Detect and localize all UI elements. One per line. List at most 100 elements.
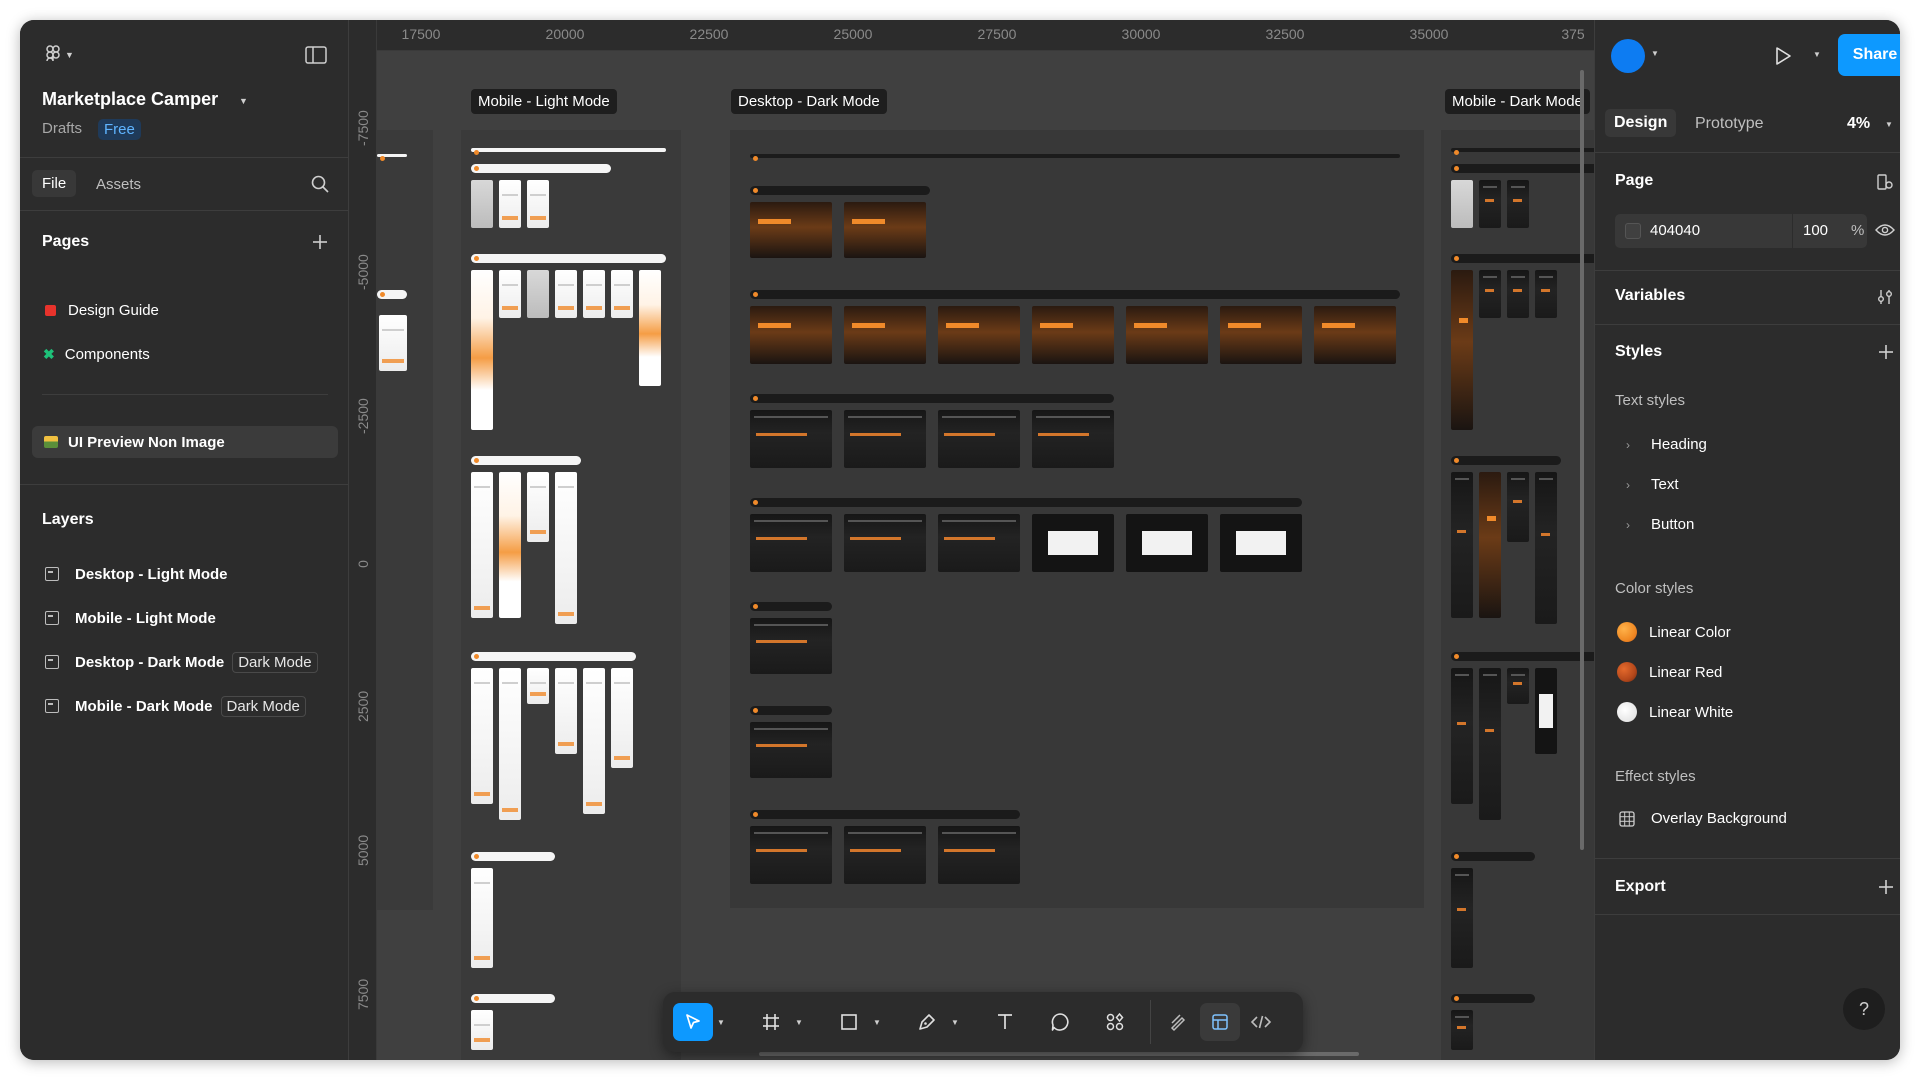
search-button[interactable] [308,172,332,196]
toggle-visibility-button[interactable] [1873,218,1897,242]
plus-icon [313,235,327,249]
page-bg-field[interactable]: 404040 100 % [1615,214,1867,248]
ruler-label: 5000 [355,834,371,866]
screen-thumbnail [844,826,926,884]
frame-desktop-dark[interactable] [730,130,1424,908]
screen-thumbnail [1126,306,1208,364]
main-menu-button[interactable]: ▼ [42,42,78,68]
file-menu-chevron-icon[interactable]: ▼ [239,96,248,106]
text-style-text[interactable]: › Text [1615,476,1679,493]
horizontal-scrollbar[interactable] [759,1052,1359,1056]
frame-label-mobile-dark[interactable]: Mobile - Dark Mode [1445,89,1590,114]
plus-icon [1879,880,1893,894]
actions-button[interactable] [1095,1003,1135,1041]
comment-bubble-icon [1051,1013,1069,1031]
avatar-chevron-icon[interactable]: ▼ [1651,49,1659,58]
page-item-design-guide[interactable]: Design Guide [32,294,338,326]
page-settings-button[interactable] [1873,170,1897,194]
divider [42,394,328,395]
dev-mode-button[interactable] [1241,1003,1281,1041]
screen-thumbnail [555,668,577,754]
add-style-button[interactable] [1875,341,1897,363]
comment-tool-button[interactable] [1040,1003,1080,1041]
frame-icon [45,655,59,669]
screen-thumbnail [499,180,521,228]
layers-title: Layers [42,511,94,528]
screen-thumbnail [611,270,633,318]
section-bar [471,148,666,155]
ruler-label: 7500 [355,978,371,1010]
screen-thumbnail [499,472,521,618]
file-name[interactable]: Marketplace Camper [42,89,218,110]
screen-thumbnail [750,306,832,364]
draw-mode-button[interactable] [1159,1003,1199,1041]
ruler-label: 32500 [1265,26,1305,42]
add-page-button[interactable] [309,231,331,253]
effect-style-overlay-background[interactable]: Overlay Background [1615,810,1787,827]
zoom-chevron-icon[interactable]: ▼ [1885,120,1893,129]
shape-tool-chevron-icon[interactable]: ▼ [872,1014,882,1030]
toggle-sidebar-button[interactable] [302,43,330,67]
screen-thumbnail [499,270,521,318]
divider [1595,858,1900,859]
file-location[interactable]: Drafts [42,120,82,137]
user-avatar[interactable] [1611,39,1645,73]
ruler-label: 0 [355,560,371,568]
ruler-label: 22500 [689,26,729,42]
layer-item[interactable]: Desktop - Light Mode [32,558,338,590]
move-tool-button[interactable] [673,1003,713,1041]
tab-assets[interactable]: Assets [96,176,141,193]
color-style-linear-color[interactable]: Linear Color [1615,622,1731,642]
vertical-scrollbar[interactable] [1580,70,1584,850]
section-bar [1451,456,1561,465]
frame-mobile-dark[interactable] [1441,130,1594,1060]
present-button[interactable] [1771,44,1795,68]
layer-label: Mobile - Light Mode [75,609,216,627]
frame-tool-button[interactable] [751,1003,791,1041]
plus-icon [1879,345,1893,359]
variables-sliders-icon [1878,290,1892,304]
color-style-linear-white[interactable]: Linear White [1615,702,1733,722]
chevron-right-icon: › [1626,517,1630,532]
frame-mobile-light[interactable] [461,130,681,1060]
layer-item[interactable]: Mobile - Light Mode [32,602,338,634]
color-style-label: Linear Red [1649,663,1723,681]
text-style-heading[interactable]: › Heading [1615,436,1707,453]
zoom-level[interactable]: 4% [1847,115,1870,133]
add-export-button[interactable] [1875,876,1897,898]
layer-item[interactable]: Mobile - Dark Mode Dark Mode [32,690,338,722]
variable-mode-tag[interactable]: Dark Mode [220,695,306,717]
canvas[interactable]: 17500 20000 22500 25000 27500 30000 3250… [349,20,1594,1060]
left-panel: ▼ Marketplace Camper ▼ Drafts Free File … [20,20,349,1060]
frame-tool-chevron-icon[interactable]: ▼ [794,1014,804,1030]
help-button[interactable]: ? [1843,988,1885,1030]
page-item-ui-preview-non-image[interactable]: UI Preview Non Image [32,426,338,458]
open-variables-button[interactable] [1873,285,1897,309]
pen-tool-chevron-icon[interactable]: ▼ [950,1014,960,1030]
frame-label-desktop-dark[interactable]: Desktop - Dark Mode [731,89,887,114]
tab-file[interactable]: File [32,170,77,197]
page-item-components[interactable]: ✖ Components [32,338,338,370]
shape-tool-button[interactable] [829,1003,869,1041]
design-mode-button[interactable] [1200,1003,1240,1041]
page-bg-hex[interactable]: 404040 [1650,222,1700,239]
text-tool-button[interactable] [985,1003,1025,1041]
variable-mode-tag[interactable]: Dark Mode [232,651,318,673]
page-bg-opacity[interactable]: 100 [1803,222,1828,239]
move-tool-chevron-icon[interactable]: ▼ [716,1014,726,1030]
present-chevron-icon[interactable]: ▼ [1813,50,1821,59]
pen-tool-button[interactable] [907,1003,947,1041]
tab-prototype[interactable]: Prototype [1695,115,1763,133]
tab-design[interactable]: Design [1605,109,1677,137]
variables-title[interactable]: Variables [1615,287,1685,305]
screen-thumbnail [1032,410,1114,468]
page-bg-swatch[interactable] [1625,223,1641,239]
share-button[interactable]: Share [1838,34,1900,76]
eye-icon [1875,224,1895,236]
text-style-button[interactable]: › Button [1615,516,1694,533]
screen-thumbnail [1535,472,1557,624]
layer-item[interactable]: Desktop - Dark Mode Dark Mode [32,646,338,678]
color-style-linear-red[interactable]: Linear Red [1615,662,1722,682]
frame-label-mobile-light[interactable]: Mobile - Light Mode [471,89,617,114]
frame-desktop-light-partial[interactable] [377,130,433,910]
